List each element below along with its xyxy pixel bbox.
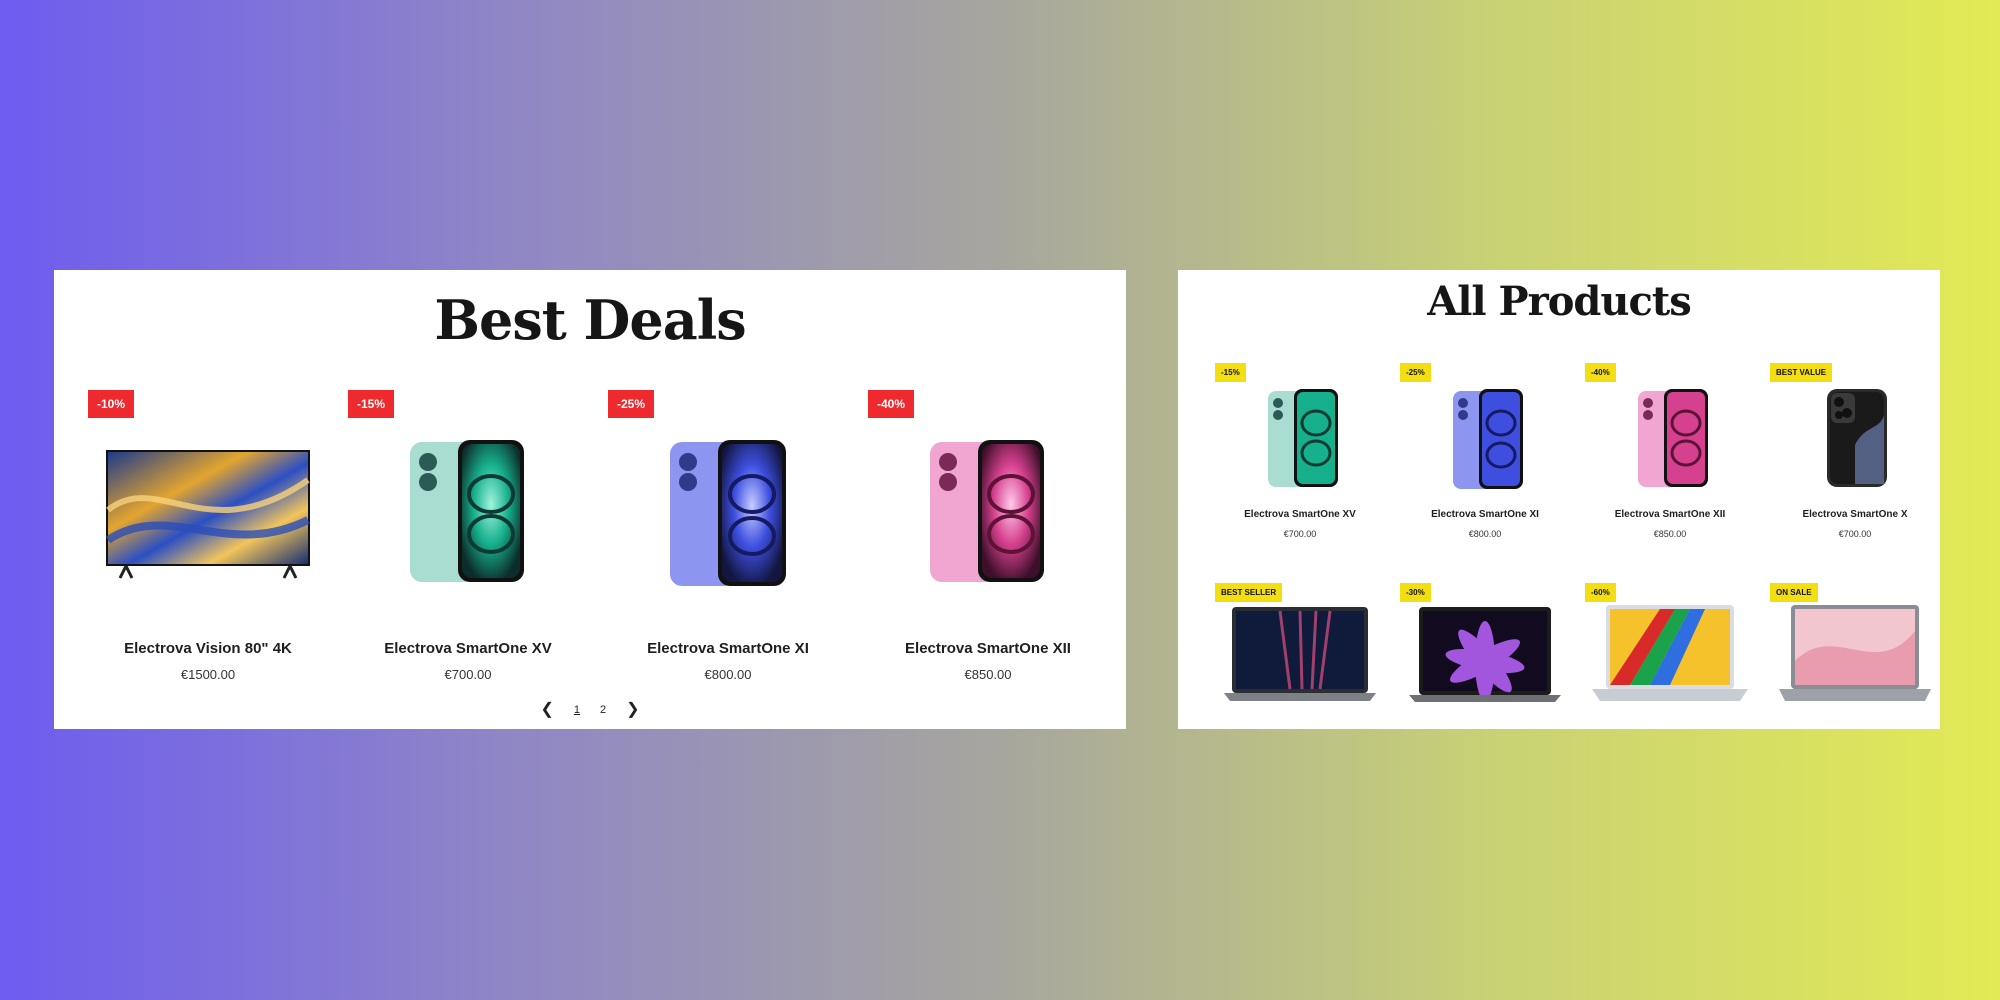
discount-badge: -25% [608,390,655,418]
chevron-left-icon[interactable]: ❮ [540,702,553,718]
product-card[interactable]: -15% Electrova SmartOne XV €700.00 [1215,363,1385,563]
product-card[interactable]: BEST VALUE Electrova SmartOne X €700.00 [1770,363,1940,563]
product-price: €700.00 [444,667,492,682]
deal-card[interactable]: -40% Electrova SmartOne XII €850.00 [868,390,1108,710]
phone-teal-image [410,440,524,582]
product-badge: ON SALE [1770,583,1818,602]
product-badge: -15% [1215,363,1246,382]
product-badge: -30% [1400,583,1431,602]
product-price: €700.00 [1283,529,1317,539]
phone-black-image [1827,389,1887,487]
laptop-colorful-image [1592,605,1748,701]
product-badge: -40% [1585,363,1616,382]
product-name[interactable]: Electrova Vision 80" 4K [88,640,328,657]
product-card[interactable]: -60% [1585,583,1755,729]
phone-pink-image [1638,389,1708,487]
product-name[interactable]: Electrova SmartOne XII [868,640,1108,657]
product-card[interactable]: -30% [1400,583,1570,729]
phone-teal-image [1268,389,1338,487]
product-price: €850.00 [1653,529,1687,539]
all-products-title: All Products [1427,278,1692,325]
product-price: €800.00 [704,667,752,682]
product-price: €700.00 [1838,529,1872,539]
page-link-2[interactable]: 2 [600,704,606,716]
product-name[interactable]: Electrova SmartOne XI [608,640,848,657]
phone-pink-image [930,440,1044,582]
product-badge: BEST VALUE [1770,363,1833,382]
laptop-dark-image [1224,607,1376,701]
best-deals-panel: Best Deals -10% Electrova Vision 80" 4K … [54,270,1126,729]
product-badge: -25% [1400,363,1431,382]
product-name[interactable]: Electrova SmartOne XV [348,640,588,657]
product-badge: -60% [1585,583,1616,602]
page-link-1[interactable]: 1 [574,704,580,716]
laptop-purple-image [1409,607,1561,702]
best-deals-title: Best Deals [434,288,746,352]
deal-card[interactable]: -15% Electrova SmartOne XV €700.00 [348,390,588,710]
product-card[interactable]: BEST SELLER [1215,583,1385,729]
product-price: €800.00 [1468,529,1502,539]
tv-image [105,450,310,579]
phone-blue-image [1453,389,1523,489]
product-card[interactable]: -25% Electrova SmartOne XI €800.00 [1400,363,1570,563]
pagination: ❮ 1 2 ❯ [54,702,1126,718]
chevron-right-icon[interactable]: ❯ [626,702,639,718]
discount-badge: -15% [348,390,395,418]
laptop-pink-image [1779,605,1931,701]
product-price: €1500.00 [180,667,236,682]
all-products-panel: All Products -15% Electrova SmartOne XV … [1178,270,1940,729]
product-card[interactable]: -40% Electrova SmartOne XII €850.00 [1585,363,1755,563]
phone-blue-image [670,440,786,586]
discount-badge: -40% [868,390,915,418]
product-name[interactable]: Electrova SmartOne XII [1585,509,1755,520]
product-name[interactable]: Electrova SmartOne XV [1215,509,1385,520]
product-card[interactable]: ON SALE [1770,583,1940,729]
deal-card[interactable]: -10% Electrova Vision 80" 4K €1500.00 [88,390,328,710]
product-badge: BEST SELLER [1215,583,1283,602]
product-name[interactable]: Electrova SmartOne X [1770,509,1940,520]
product-price: €850.00 [964,667,1012,682]
product-name[interactable]: Electrova SmartOne XI [1400,509,1570,520]
discount-badge: -10% [88,390,135,418]
deal-card[interactable]: -25% Electrova SmartOne XI €800.00 [608,390,848,710]
